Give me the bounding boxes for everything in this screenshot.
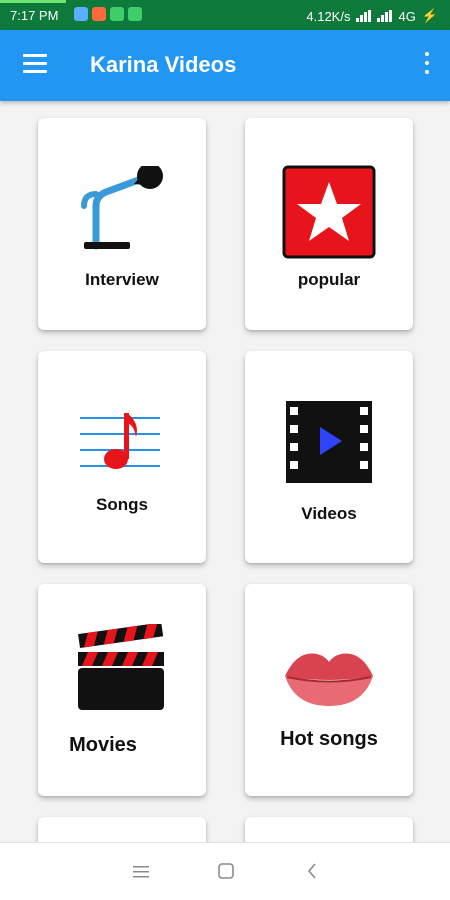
category-label: Hot songs (280, 728, 378, 750)
status-right: 4.12K/s 4G ⚡ (306, 8, 438, 24)
status-time: 7:17 PM (10, 8, 59, 23)
category-card-hot-songs[interactable]: Hot songs (245, 584, 413, 796)
recent-apps-icon[interactable] (133, 865, 149, 879)
home-icon[interactable] (218, 863, 234, 879)
microphone-icon (81, 166, 163, 250)
clapperboard-icon (78, 624, 164, 710)
hamburger-line (23, 62, 47, 65)
music-note-icon (80, 413, 160, 469)
app-title: Karina Videos (90, 52, 237, 77)
network-type: 4G (398, 8, 416, 24)
star-icon (282, 165, 376, 259)
category-card-popular[interactable]: popular (245, 118, 413, 330)
notification-icon (110, 7, 124, 21)
notification-icon (92, 7, 106, 21)
category-card-songs[interactable]: Songs (38, 351, 206, 563)
category-card-videos[interactable]: Videos (245, 351, 413, 563)
category-label: Interview (85, 270, 159, 289)
signal-icon (356, 10, 372, 22)
notification-icon (128, 7, 142, 21)
category-card-movies[interactable]: Movies (38, 584, 206, 796)
status-bar: 7:17 PM 4.12K/s 4G ⚡ (0, 0, 450, 30)
category-label: Videos (301, 504, 357, 523)
film-play-icon (286, 401, 372, 483)
charging-icon: ⚡ (421, 8, 438, 23)
hamburger-line (23, 70, 47, 73)
notification-icons (74, 7, 142, 21)
back-icon[interactable] (306, 863, 318, 879)
lips-icon (285, 653, 373, 706)
category-label: Songs (96, 495, 148, 514)
menu-button[interactable] (20, 52, 50, 78)
hamburger-icon (23, 54, 47, 57)
system-nav-bar (0, 842, 450, 900)
signal-icon (377, 10, 393, 22)
category-card-interview[interactable]: Interview (38, 118, 206, 330)
more-vert-icon (425, 52, 429, 56)
more-options-button[interactable] (418, 50, 436, 80)
app-bar: Karina Videos (0, 30, 450, 101)
network-speed: 4.12K/s (306, 8, 351, 24)
status-accent-line (0, 0, 66, 3)
more-dot (425, 70, 429, 74)
notification-icon (74, 7, 88, 21)
category-label: Movies (69, 734, 137, 756)
category-label: popular (297, 270, 361, 289)
more-dot (425, 61, 429, 65)
